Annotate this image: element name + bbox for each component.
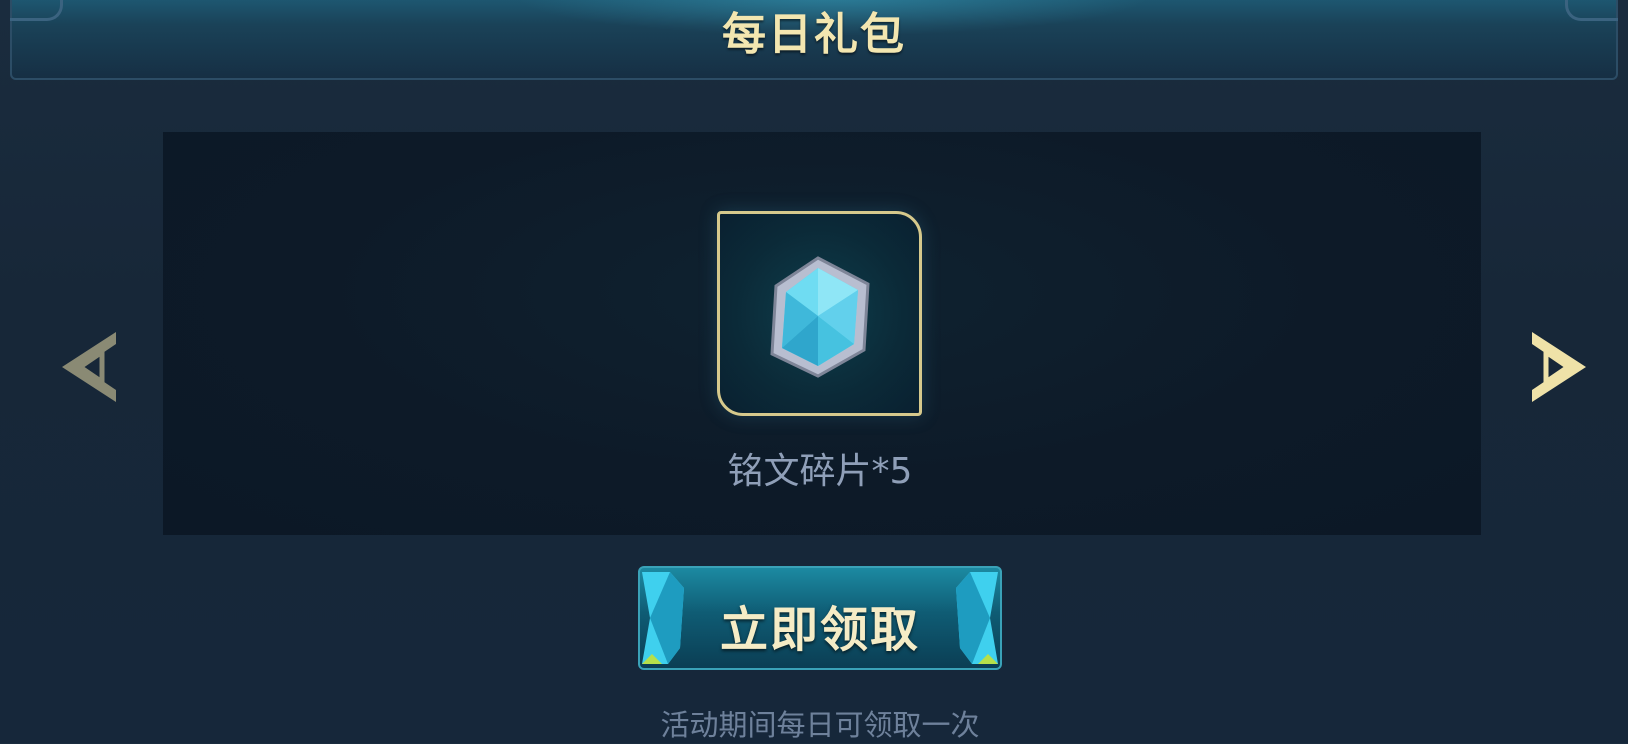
reward-item-label: 铭文碎片*5 [727,451,913,492]
reward-item-slot[interactable] [717,211,922,416]
page-title: 每日礼包 [722,9,906,60]
claim-note: 活动期间每日可领取一次 [660,708,980,742]
chevron-right-icon[interactable] [1528,330,1590,404]
crystal-gem-icon [770,256,870,378]
claim-button[interactable]: 立即领取 [638,566,1002,670]
claim-button-label: 立即领取 [719,602,920,658]
chevron-left-icon[interactable] [58,330,120,404]
header-bar: 每日礼包 [10,0,1618,80]
